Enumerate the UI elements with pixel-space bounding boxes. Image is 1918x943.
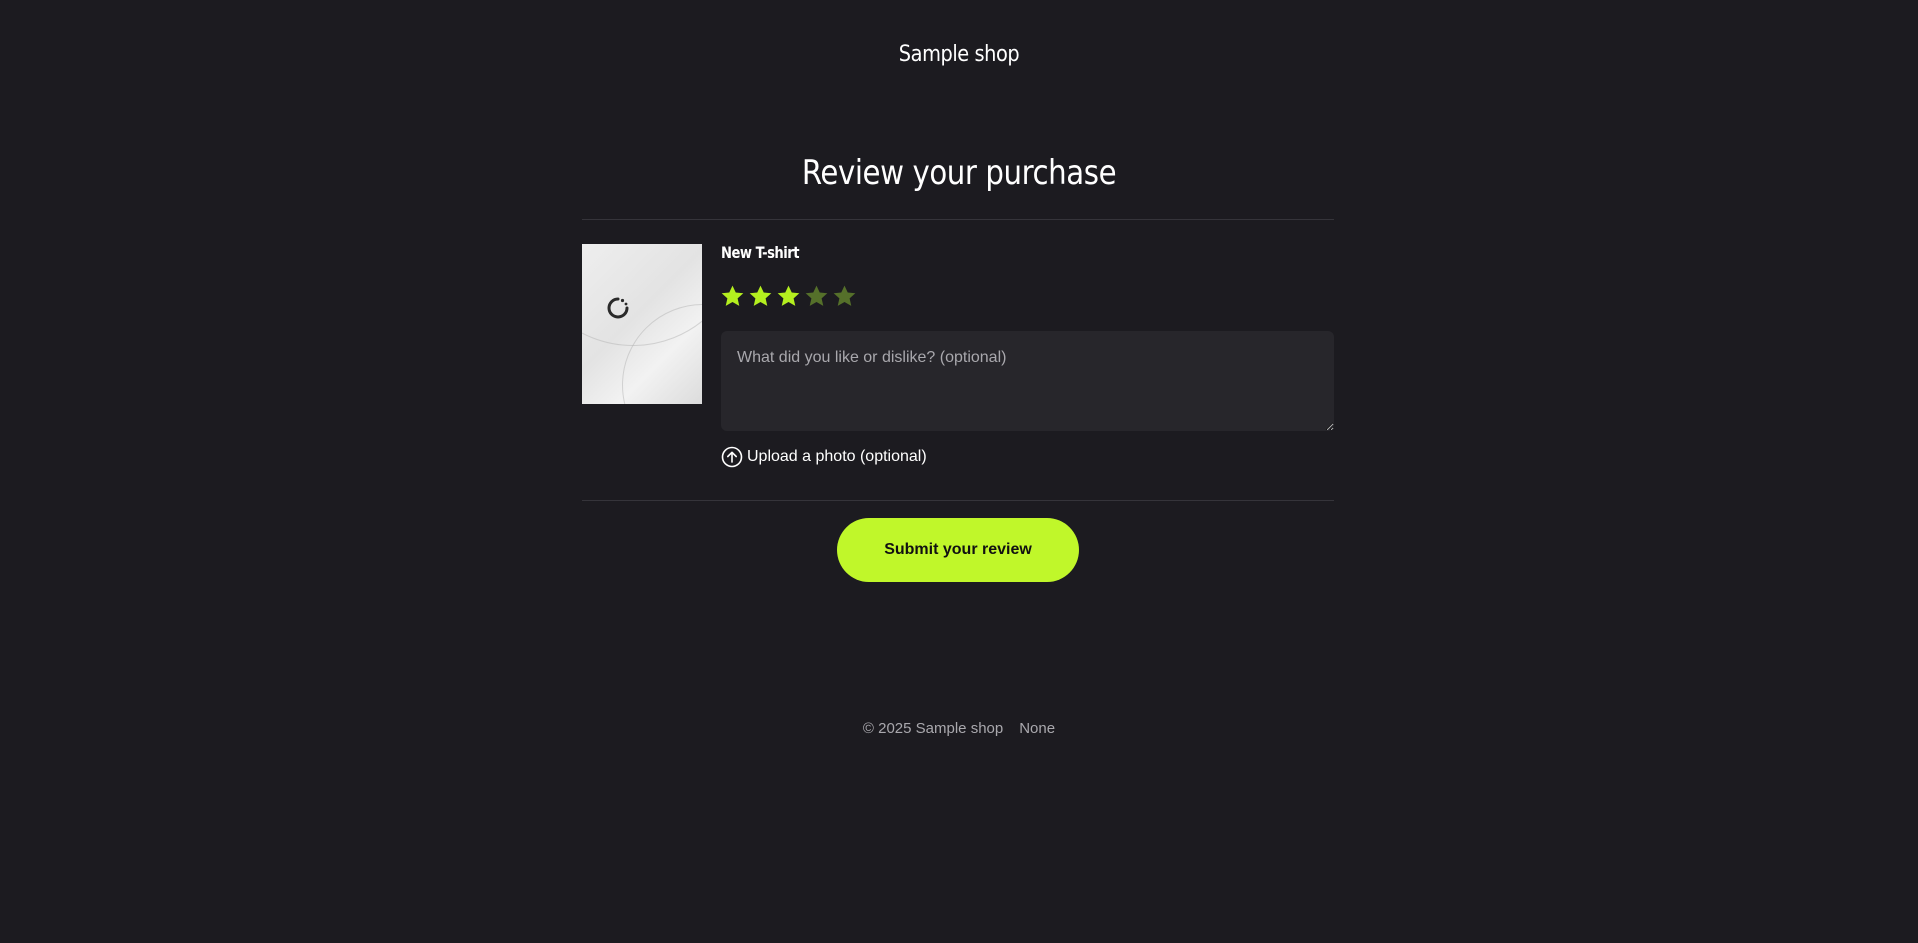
- review-page: Sample shop Review your purchase New T-s…: [0, 0, 1918, 943]
- star-icon[interactable]: [804, 284, 829, 309]
- divider-bottom: [582, 500, 1334, 501]
- divider-top: [582, 219, 1334, 220]
- star-icon[interactable]: [832, 284, 857, 309]
- upload-arrow-circle-icon: [721, 446, 743, 468]
- shop-name[interactable]: Sample shop: [115, 42, 1803, 67]
- submit-review-button[interactable]: Submit your review: [837, 518, 1079, 582]
- product-image: [582, 244, 702, 404]
- loading-spinner-icon: [607, 297, 629, 319]
- upload-photo-link[interactable]: Upload a photo (optional): [721, 446, 927, 468]
- footer-copyright: © 2025 Sample shop: [862, 720, 1004, 737]
- upload-photo-label: Upload a photo (optional): [747, 448, 927, 465]
- star-rating[interactable]: [720, 284, 857, 309]
- star-icon[interactable]: [748, 284, 773, 309]
- page-title: Review your purchase: [801, 153, 1117, 193]
- footer: © 2025 Sample shop None: [0, 720, 1918, 737]
- product-name: New T-shirt: [721, 243, 800, 262]
- star-icon[interactable]: [720, 284, 745, 309]
- review-textarea[interactable]: [721, 331, 1334, 431]
- footer-extra[interactable]: None: [1019, 720, 1055, 737]
- star-icon[interactable]: [776, 284, 801, 309]
